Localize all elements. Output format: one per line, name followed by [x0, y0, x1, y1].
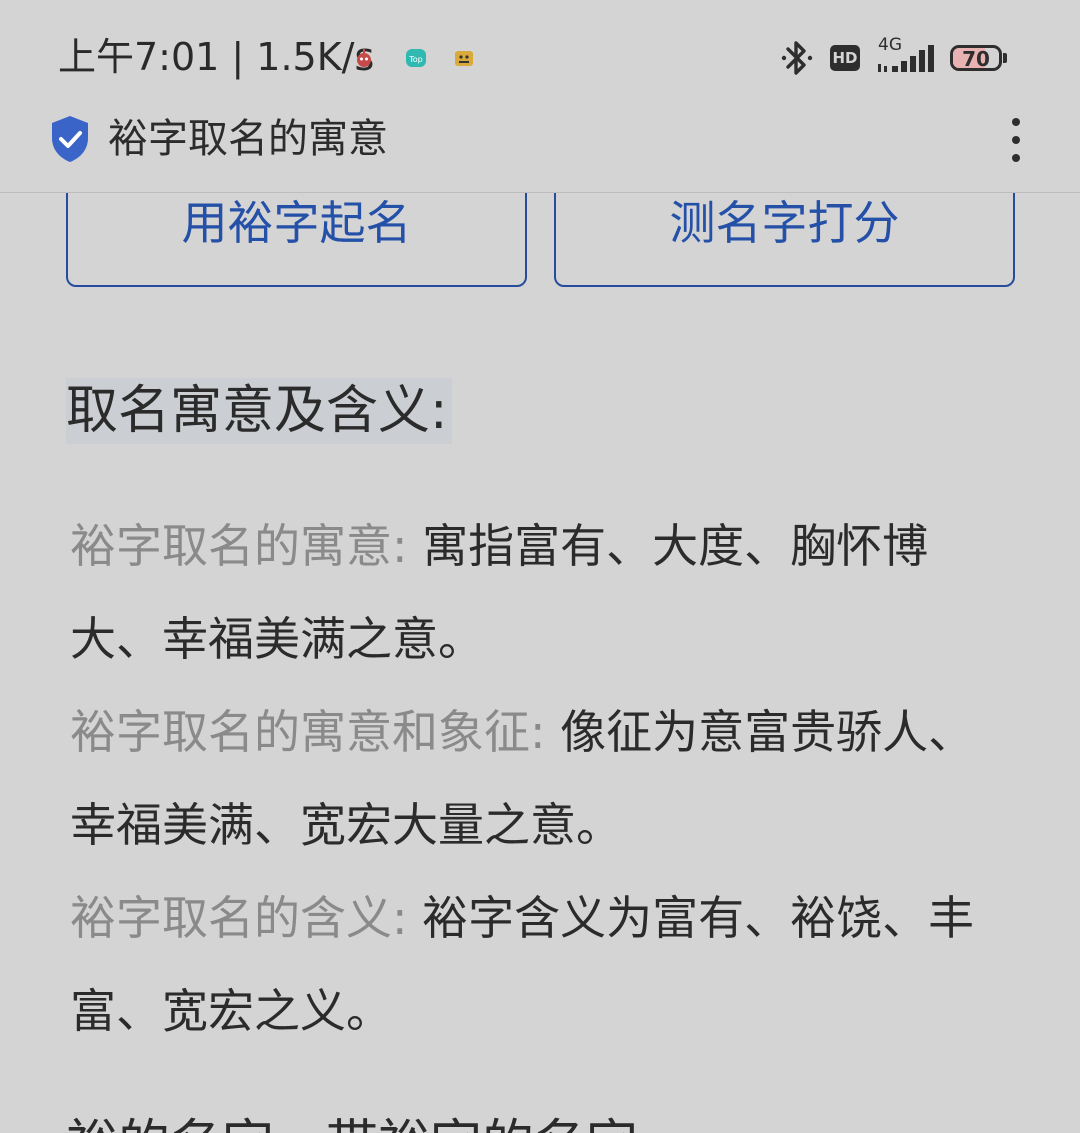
meaning-item: 裕字取名的寓意: 寓指富有、大度、胸怀博大、幸福美满之意。 [70, 500, 1010, 686]
meaning-label: 裕字取名的含义: [70, 891, 408, 945]
meaning-list: 裕字取名的寓意: 寓指富有、大度、胸怀博大、幸福美满之意。 裕字取名的寓意和象征… [70, 500, 1010, 1058]
svg-text:Top: Top [408, 55, 423, 64]
name-with-char-button[interactable]: 用裕字起名 [66, 193, 527, 287]
shield-check-icon[interactable] [48, 114, 92, 164]
title-bar: 裕字取名的寓意 [0, 100, 1080, 193]
name-with-char-label: 用裕字起名 [181, 196, 412, 250]
meaning-item: 裕字取名的寓意和象征: 像征为意富贵骄人、幸福美满、宽宏大量之意。 [70, 686, 1010, 872]
bluetooth-icon [781, 41, 813, 75]
top-app-icon: Top [406, 49, 426, 67]
section-heading: 取名寓意及含义: [66, 378, 452, 444]
next-section-heading: 裕的名字，带裕字的名字 [66, 1112, 638, 1133]
page-title: 裕字取名的寓意 [108, 116, 388, 162]
system-icons: HD 4G 70 [780, 34, 1020, 82]
battery-tip [1003, 53, 1007, 63]
robot-app-icon [357, 49, 371, 67]
status-time-speed: 上午7:01 | 1.5K/s [58, 35, 375, 79]
more-vertical-icon[interactable] [1002, 114, 1030, 166]
score-name-button[interactable]: 测名字打分 [554, 193, 1015, 287]
battery-icon: 70 [950, 45, 1002, 71]
meaning-item: 裕字取名的含义: 裕字含义为富有、裕饶、丰富、宽宏之义。 [70, 872, 1010, 1058]
meaning-label: 裕字取名的寓意和象征: [70, 705, 546, 759]
meaning-label: 裕字取名的寓意: [70, 519, 408, 573]
battery-level: 70 [962, 47, 990, 71]
hd-badge: HD [830, 45, 860, 71]
status-bar: 上午7:01 | 1.5K/s Top HD 4G 70 [0, 0, 1080, 100]
cat-app-icon [455, 51, 473, 66]
signal-icon [878, 45, 934, 72]
action-button-row: 用裕字起名 测名字打分 [0, 193, 1080, 293]
score-name-label: 测名字打分 [669, 196, 900, 250]
browser-screen: 上午7:01 | 1.5K/s Top HD 4G 70 裕字取名的寓意 用裕字… [0, 0, 1080, 1133]
